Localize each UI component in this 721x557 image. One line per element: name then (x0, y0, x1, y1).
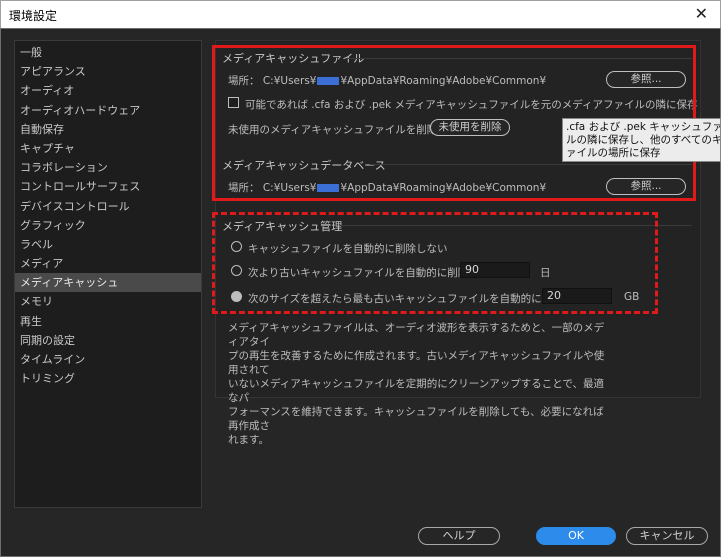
description-line: れます。 (228, 434, 269, 446)
sidebar-item-control-surface[interactable]: コントロールサーフェス (15, 177, 201, 196)
sidebar-item-media[interactable]: メディア (15, 254, 201, 273)
help-button[interactable]: ヘルプ (418, 527, 500, 545)
cancel-button[interactable]: キャンセル (626, 527, 708, 545)
tooltip-line: ァイルの場所に保存 (566, 147, 661, 159)
sidebar-item-device-control[interactable]: デバイスコントロール (15, 197, 201, 216)
description-line: メディアキャッシュファイルは、オーディオ波形を表示するためと、一部のメディアタイ (228, 322, 605, 348)
sidebar-item-trimming[interactable]: トリミング (15, 369, 201, 388)
sidebar: 一般 アピアランス オーディオ オーディオハードウェア 自動保存 キャプチャ コ… (14, 40, 202, 508)
sidebar-item-memory[interactable]: メモリ (15, 292, 201, 311)
sidebar-item-timeline[interactable]: タイムライン (15, 350, 201, 369)
sidebar-item-media-cache[interactable]: メディアキャッシュ (15, 273, 201, 293)
sidebar-item-playback[interactable]: 再生 (15, 312, 201, 331)
sidebar-item-auto-save[interactable]: 自動保存 (15, 120, 201, 139)
sidebar-item-graphics[interactable]: グラフィック (15, 216, 201, 235)
media-cache-description: メディアキャッシュファイルは、オーディオ波形を表示するためと、一部のメディアタイ… (228, 321, 608, 447)
tooltip-line: ルの隣に保存し、他のすべてのキャッシュ (566, 134, 720, 146)
ok-button[interactable]: OK (536, 527, 616, 545)
sidebar-item-collaboration[interactable]: コラボレーション (15, 158, 201, 177)
sidebar-item-general[interactable]: 一般 (15, 43, 201, 62)
highlight-box-dashed (212, 212, 658, 314)
tooltip-line: .cfa および .pek キャッシュファイルは、 (566, 121, 720, 133)
sidebar-item-appearance[interactable]: アピアランス (15, 62, 201, 81)
sidebar-item-capture[interactable]: キャプチャ (15, 139, 201, 158)
sidebar-item-audio-hardware[interactable]: オーディオハードウェア (15, 101, 201, 120)
tooltip: .cfa および .pek キャッシュファイルは、 ルの隣に保存し、他のすべての… (562, 118, 721, 162)
sidebar-item-labels[interactable]: ラベル (15, 235, 201, 254)
title-bar: 環境設定 ✕ (0, 0, 721, 28)
sidebar-item-audio[interactable]: オーディオ (15, 81, 201, 100)
description-line: いないメディアキャッシュファイルを定期的にクリーンアップすることで、最適なパ (228, 378, 605, 404)
sidebar-item-sync-settings[interactable]: 同期の設定 (15, 331, 201, 350)
window-title: 環境設定 (9, 9, 58, 23)
close-icon[interactable]: ✕ (695, 4, 708, 23)
description-line: プの再生を改善するために作成されます。古いメディアキャッシュファイルや使用されて (228, 350, 605, 376)
description-line: フォーマンスを維持できます。キャッシュファイルを削除しても、必要になれば再作成さ (228, 406, 604, 432)
